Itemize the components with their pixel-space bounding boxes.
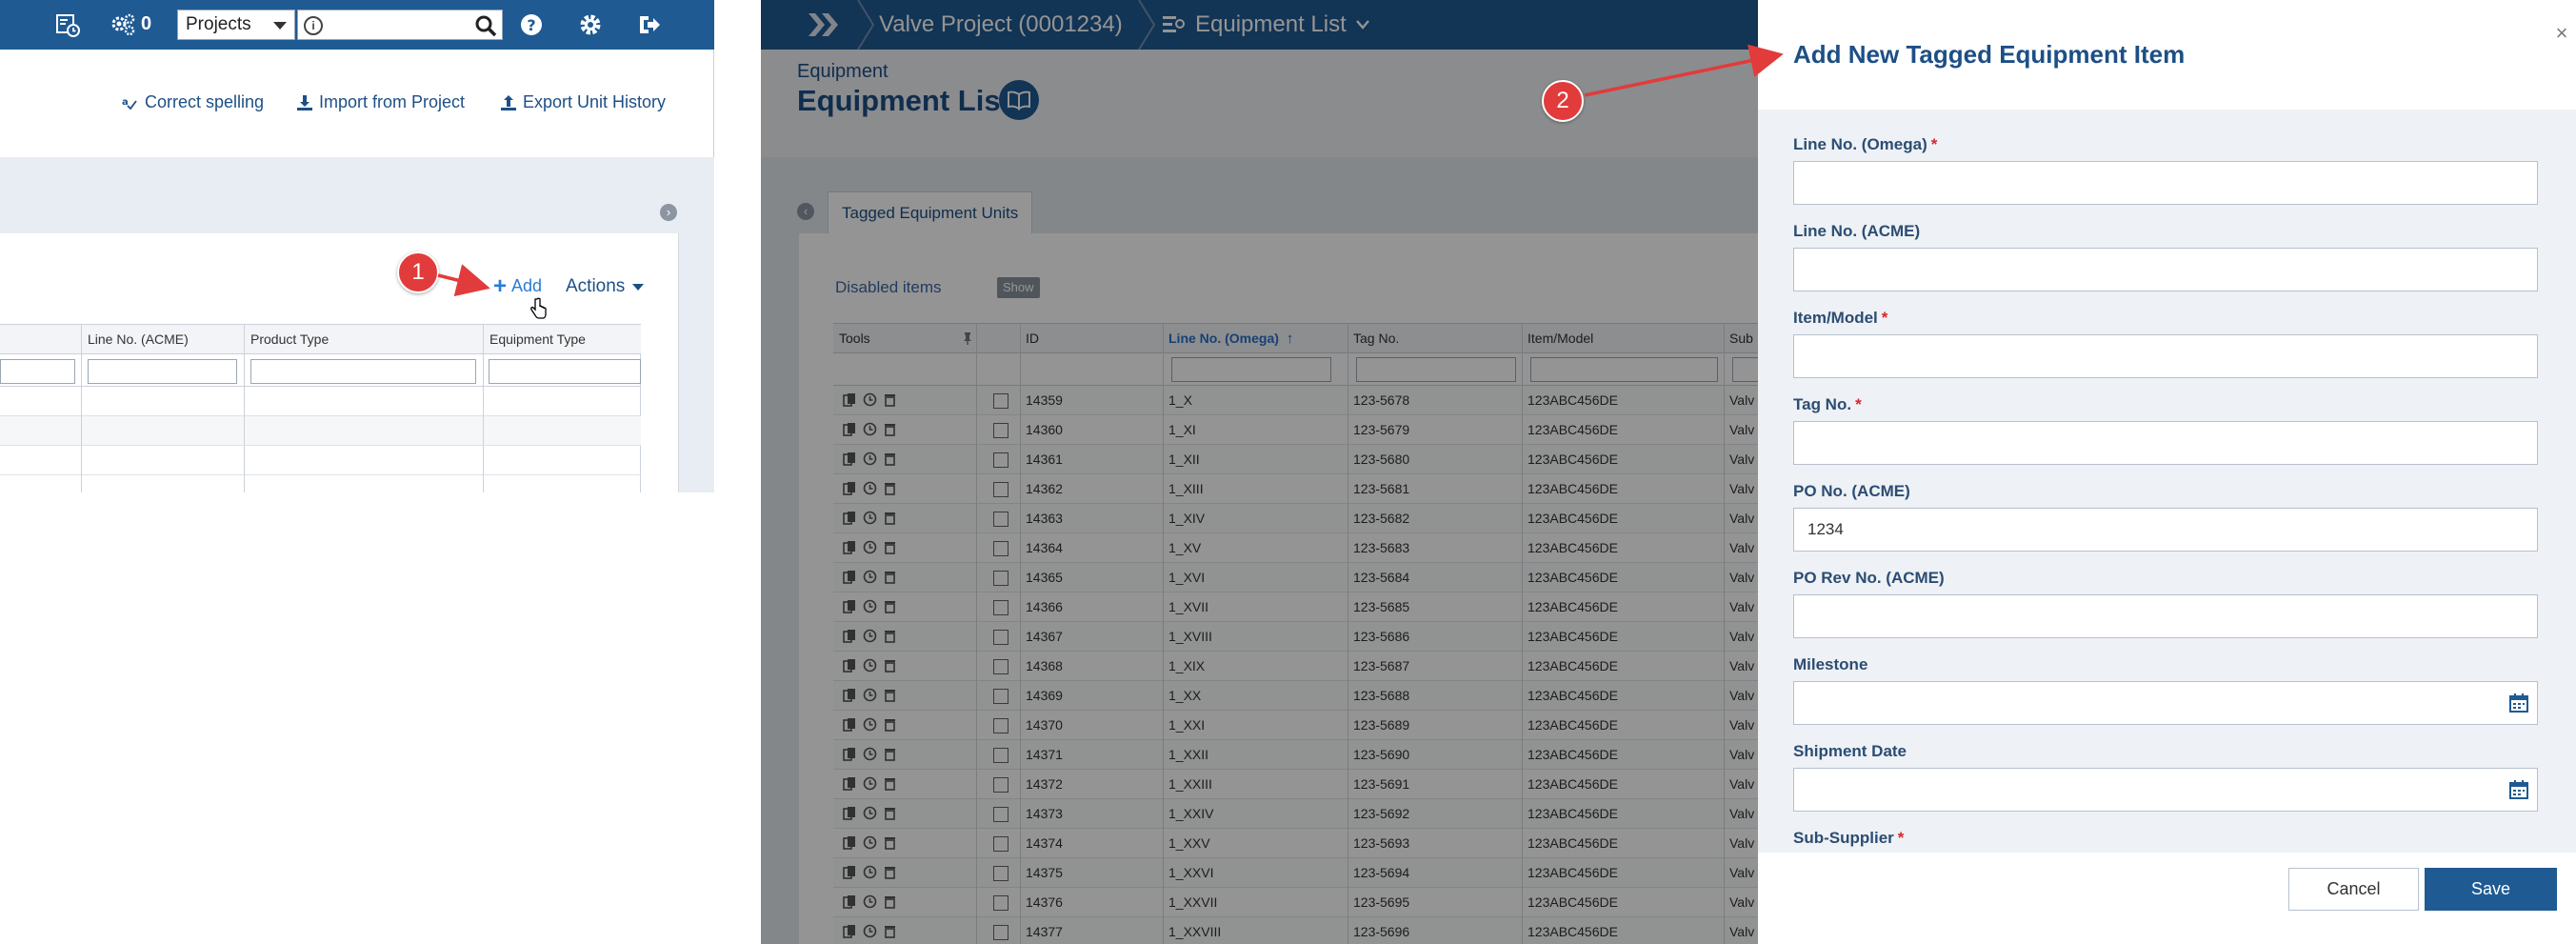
field-label: PO Rev No. (ACME) — [1793, 569, 1945, 588]
modal-title: Add New Tagged Equipment Item — [1793, 40, 2186, 69]
export-unit-history-link[interactable]: Export Unit History — [500, 92, 666, 112]
column-header[interactable]: Line No. (ACME) — [81, 325, 244, 355]
required-marker: * — [1855, 395, 1862, 413]
gears-icon[interactable] — [107, 9, 139, 41]
calendar-icon[interactable] — [2508, 779, 2529, 800]
field-label-text: Sub-Supplier — [1793, 829, 1894, 847]
actions-label: Actions — [566, 276, 626, 296]
column-header[interactable]: Product Type — [244, 325, 483, 355]
field-label: Shipment Date — [1793, 742, 1907, 761]
search-input[interactable]: i — [297, 10, 503, 40]
field-input[interactable] — [1793, 248, 2538, 291]
filter-input[interactable] — [88, 359, 237, 384]
field-input[interactable] — [1793, 594, 2538, 638]
project-type-select[interactable]: Projects — [177, 10, 295, 40]
hand-cursor-icon — [530, 297, 547, 319]
correct-spelling-label: Correct spelling — [145, 92, 265, 111]
modal-form: Line No. (Omega) * Line No. (ACME) Item/Mod… — [1758, 110, 2576, 853]
table-row[interactable] — [0, 387, 641, 416]
help-icon[interactable]: ? — [515, 9, 548, 41]
calendar-icon[interactable] — [2508, 693, 2529, 713]
caret-down-icon — [632, 283, 645, 291]
modal-footer: Cancel Save — [1758, 853, 2576, 944]
download-icon — [297, 94, 312, 110]
column-divider — [483, 324, 484, 492]
cancel-button[interactable]: Cancel — [2288, 868, 2419, 911]
spellcheck-icon: a — [122, 97, 137, 110]
field-label-text: Line No. (Omega) — [1793, 135, 1927, 153]
field-input[interactable]: 1234 — [1793, 508, 2538, 552]
left-data-grid: Line No. (ACME) Product Type Equipment T… — [0, 324, 641, 492]
gear-count: 0 — [141, 13, 152, 34]
left-top-toolbar: 0 Projects i ? — [0, 0, 714, 50]
filter-input[interactable] — [0, 359, 75, 384]
field-label: Sub-Supplier * — [1793, 829, 1904, 848]
import-from-project-label: Import from Project — [319, 92, 466, 111]
field-label-text: Item/Model — [1793, 309, 1878, 327]
filter-input[interactable] — [250, 359, 476, 384]
correct-spelling-link[interactable]: a Correct spelling — [122, 92, 264, 112]
logout-icon[interactable] — [632, 9, 665, 41]
settings-icon[interactable] — [574, 9, 607, 41]
field-input[interactable] — [1793, 768, 2538, 812]
table-row[interactable] — [0, 416, 641, 446]
field-label-text: Shipment Date — [1793, 742, 1907, 760]
close-icon[interactable]: × — [2551, 23, 2572, 44]
field-label-text: PO Rev No. (ACME) — [1793, 569, 1945, 587]
field-input[interactable] — [1793, 334, 2538, 378]
project-select-value: Projects — [186, 14, 251, 34]
step-marker-2: 2 — [1542, 80, 1584, 122]
field-input[interactable] — [1793, 161, 2538, 205]
required-marker: * — [1897, 829, 1905, 847]
required-marker: * — [1930, 135, 1938, 153]
upload-icon — [501, 94, 516, 110]
import-from-project-link[interactable]: Import from Project — [296, 92, 465, 112]
field-label: Tag No. * — [1793, 395, 1862, 414]
info-icon: i — [304, 16, 323, 35]
column-header[interactable]: Equipment Type — [483, 325, 641, 355]
add-label: Add — [511, 276, 543, 295]
column-divider — [244, 324, 245, 492]
field-label: Milestone — [1793, 655, 1867, 674]
field-input[interactable] — [1793, 681, 2538, 725]
field-label: Line No. (Omega) * — [1793, 135, 1937, 154]
search-icon[interactable] — [473, 13, 498, 38]
add-button[interactable]: + Add — [493, 272, 543, 299]
plus-icon: + — [493, 272, 508, 299]
caret-down-icon — [273, 22, 287, 30]
export-unit-history-label: Export Unit History — [523, 92, 667, 111]
step-marker-1: 1 — [397, 251, 439, 293]
table-row[interactable] — [0, 446, 641, 475]
add-equipment-modal: Add New Tagged Equipment Item × Line No.… — [1758, 0, 2576, 944]
actions-dropdown[interactable]: Actions — [566, 276, 645, 297]
field-label: Line No. (ACME) — [1793, 222, 1920, 241]
left-screenshot-panel: 0 Projects i ? a Correct spelling Import… — [0, 0, 714, 492]
column-divider — [81, 324, 82, 492]
svg-text:?: ? — [527, 16, 535, 34]
required-marker: * — [1881, 309, 1888, 327]
field-label-text: Tag No. — [1793, 395, 1852, 413]
field-input[interactable] — [1793, 421, 2538, 465]
field-label: PO No. (ACME) — [1793, 482, 1910, 501]
filter-input[interactable] — [489, 359, 641, 384]
save-button[interactable]: Save — [2425, 868, 2557, 911]
field-label: Item/Model * — [1793, 309, 1887, 328]
field-label-text: Line No. (ACME) — [1793, 222, 1921, 240]
left-grid-header: Line No. (ACME) Product Type Equipment T… — [0, 324, 641, 355]
modal-header: Add New Tagged Equipment Item × — [1758, 0, 2576, 110]
field-value: 1234 — [1807, 520, 1844, 538]
field-label-text: PO No. (ACME) — [1793, 482, 1910, 500]
field-label-text: Milestone — [1793, 655, 1868, 673]
left-filter-row — [0, 354, 641, 387]
expand-arrow-icon[interactable]: › — [660, 204, 677, 221]
dashboard-clock-icon[interactable] — [51, 9, 84, 41]
